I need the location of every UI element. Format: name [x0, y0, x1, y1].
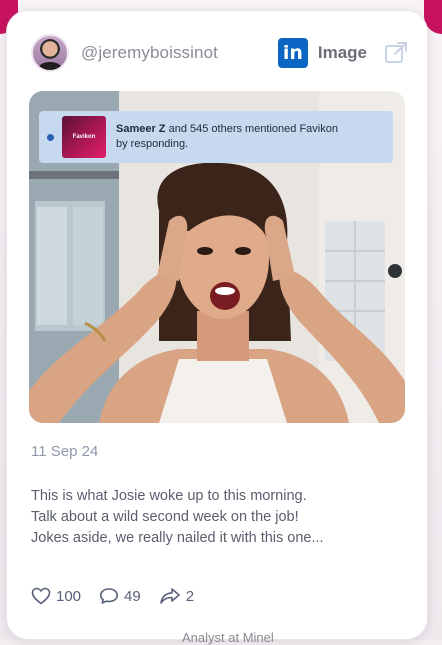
comments-count: 49: [124, 587, 141, 605]
post-type-label: Image: [317, 43, 367, 62]
engagement-stats: 100 49 2: [31, 587, 212, 605]
notification-thumbnail: Favikon: [62, 116, 106, 158]
post-caption[interactable]: This is what Josie woke up to this morni…: [31, 486, 403, 549]
shares-stat[interactable]: 2: [159, 587, 194, 605]
notification-line1: and 545 others mentioned Favikon: [165, 123, 338, 135]
share-icon: [159, 588, 180, 604]
linkedin-icon: in: [277, 38, 308, 68]
shares-count: 2: [185, 587, 195, 605]
notification-name: Sameer Z: [116, 123, 166, 135]
comment-icon: [100, 588, 119, 604]
caption-line: Talk about a wild second week on the job…: [31, 509, 299, 525]
heart-icon: [31, 587, 51, 605]
caption-line: This is what Josie woke up to this morni…: [31, 488, 307, 504]
post-header: @jeremyboissinot in Image: [31, 33, 409, 73]
post-card[interactable]: @jeremyboissinot in Image Favikon Sameer…: [6, 10, 428, 640]
mention-notification[interactable]: Favikon Sameer Z and 545 others mentione…: [39, 111, 393, 163]
comments-stat[interactable]: 49: [99, 587, 141, 605]
author-handle[interactable]: @jeremyboissinot: [81, 43, 218, 63]
likes-stat[interactable]: 100: [31, 587, 81, 605]
likes-count: 100: [56, 587, 82, 605]
post-image[interactable]: Favikon Sameer Z and 545 others mentione…: [29, 91, 405, 423]
post-date: 11 Sep 24: [31, 443, 99, 460]
partial-next-card-text: Analyst at Minel: [182, 630, 274, 645]
external-link-icon[interactable]: [383, 40, 409, 66]
notification-text: Sameer Z and 545 others mentioned Faviko…: [116, 122, 338, 152]
caption-line: Jokes aside, we really nailed it with th…: [31, 530, 324, 546]
unread-dot: [47, 133, 54, 141]
notification-line2: by responding.: [116, 138, 189, 150]
avatar[interactable]: [31, 34, 69, 72]
